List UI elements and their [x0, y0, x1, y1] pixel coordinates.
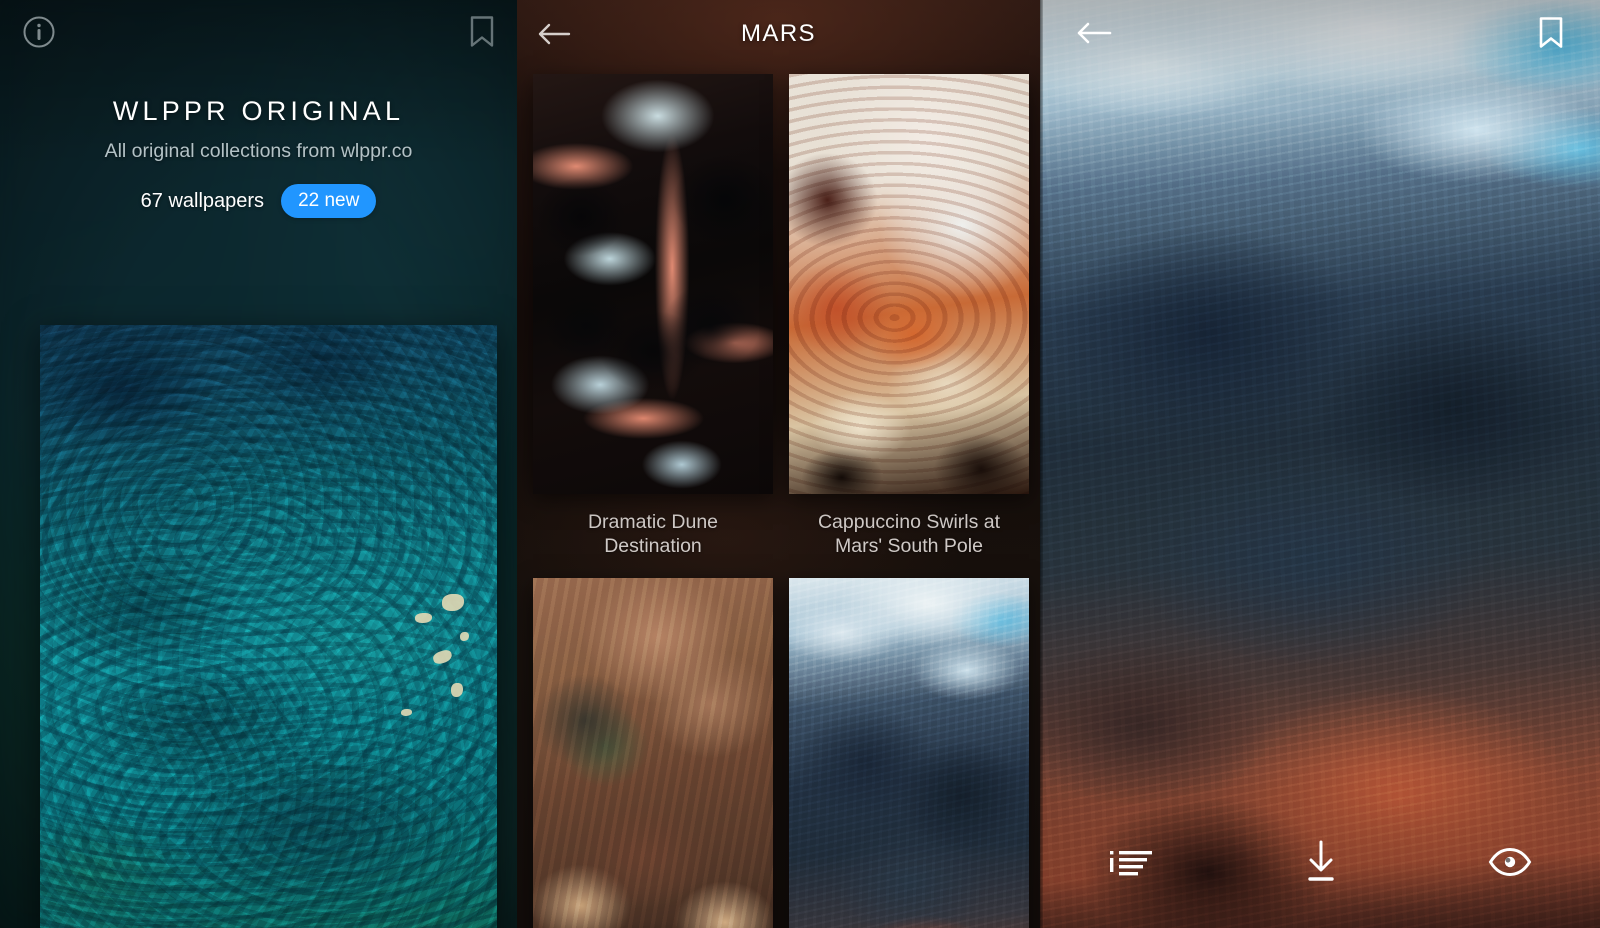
bookmark-icon[interactable] [469, 15, 495, 49]
ocean-dark-texture [40, 325, 497, 928]
download-icon[interactable] [1304, 839, 1338, 885]
island-shape [414, 613, 432, 623]
wallpaper-caption: Cappuccino Swirls at Mars' South Pole [817, 511, 1001, 557]
arrow-left-icon[interactable] [537, 21, 571, 47]
mars-dunes-shadow [533, 74, 773, 494]
mars-panel-title: MARS [741, 20, 816, 47]
arrow-left-icon[interactable] [1076, 20, 1112, 46]
featured-wallpaper-card[interactable] [40, 325, 497, 928]
mars-copper-ridge-texture [533, 578, 773, 928]
collection-title: WLPPR ORIGINAL [112, 96, 405, 126]
mars-top-bar: MARS [517, 0, 1040, 68]
wallpaper-thumbnail[interactable] [533, 578, 773, 928]
bookmark-icon[interactable] [1538, 16, 1564, 50]
mars-south-pole-swirl [789, 74, 1029, 494]
wallpaper-count: 67 wallpapers [140, 189, 265, 212]
info-circle-icon[interactable] [22, 15, 56, 49]
wallpaper-caption: Dramatic Dune Destination [587, 511, 719, 557]
new-count-badge[interactable]: 22 new [281, 184, 377, 218]
collection-header: WLPPR ORIGINAL All original collections … [0, 96, 517, 218]
detail-top-bar [1040, 0, 1600, 66]
left-top-bar [0, 0, 517, 64]
wallpaper-grid-item[interactable] [789, 578, 1029, 928]
collection-subtitle: All original collections from wlppr.co [104, 140, 413, 162]
app-screen: WLPPR ORIGINAL All original collections … [0, 0, 1600, 928]
collection-meta: 67 wallpapers 22 new [141, 184, 377, 218]
wallpaper-thumbnail[interactable] [533, 74, 773, 494]
wallpaper-grid: Dramatic Dune Destination Cappuccino Swi… [517, 68, 1040, 928]
wallpaper-grid-item[interactable] [533, 578, 773, 928]
mars-collection-panel: MARS Dramatic Dune Destination Cappuccin… [517, 0, 1040, 928]
wallpaper-detail-panel [1040, 0, 1600, 928]
mars-blue-cliffs-texture [789, 578, 1029, 928]
wallpaper-thumbnail[interactable] [789, 578, 1029, 928]
detail-toolbar [1040, 818, 1600, 928]
info-list-icon[interactable] [1108, 842, 1154, 882]
eye-icon[interactable] [1488, 847, 1532, 877]
wallpaper-grid-item[interactable]: Dramatic Dune Destination [533, 74, 773, 578]
collection-header-panel: WLPPR ORIGINAL All original collections … [0, 0, 517, 928]
panel-divider [1040, 0, 1043, 928]
wallpaper-grid-item[interactable]: Cappuccino Swirls at Mars' South Pole [789, 74, 1029, 578]
wallpaper-thumbnail[interactable] [789, 74, 1029, 494]
island-shape [442, 593, 465, 611]
